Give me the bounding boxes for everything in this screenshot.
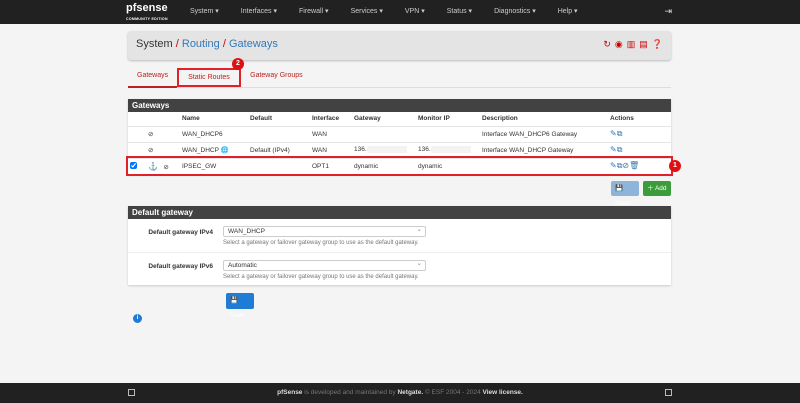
- edit-icon[interactable]: ✎: [610, 161, 617, 170]
- default-gateway-ipv4-select[interactable]: WAN_DHCP: [223, 225, 426, 237]
- footer-brand[interactable]: pfSense: [277, 389, 302, 396]
- tab-bar: Gateways Static Routes Gateway Groups: [128, 66, 671, 88]
- gateway-interface: WAN: [310, 125, 352, 142]
- breadcrumb-routing[interactable]: Routing: [182, 38, 220, 50]
- ipv4-label: Default gateway IPv4: [148, 229, 213, 236]
- enabled-check-icon: ⊘: [146, 125, 180, 142]
- menu-status[interactable]: Status ▾: [447, 7, 472, 15]
- enabled-check-icon: ⊘: [146, 141, 180, 158]
- footer: pfSense is developed and maintained by N…: [0, 383, 800, 403]
- menu-diagnostics[interactable]: Diagnostics ▾: [494, 7, 536, 15]
- gateway-description: [480, 157, 608, 174]
- gateway-monitor-ip: 136.: [418, 146, 431, 154]
- gateways-panel-title: Gateways: [128, 99, 671, 112]
- edit-icon[interactable]: ✎: [610, 129, 617, 138]
- save-gateways-button[interactable]: 💾 Save: [611, 181, 639, 207]
- reload-icon[interactable]: ↻: [603, 39, 611, 50]
- col-description: Description: [482, 115, 518, 123]
- menu-vpn[interactable]: VPN ▾: [405, 7, 425, 15]
- menu-help[interactable]: Help ▾: [558, 7, 578, 15]
- breadcrumb-separator: /: [222, 38, 226, 50]
- save-default-gateway-button[interactable]: 💾 Save: [226, 293, 254, 319]
- menu-interfaces[interactable]: Interfaces ▾: [241, 7, 277, 15]
- gateway-default: [248, 125, 310, 142]
- save-label: Save: [230, 312, 245, 319]
- chart-icon[interactable]: ▥: [627, 39, 636, 50]
- edit-icon[interactable]: ✎: [610, 145, 617, 154]
- enabled-check-icon: ⊘: [163, 163, 169, 171]
- globe-icon: 🌐: [220, 147, 229, 154]
- gateway-name: WAN_DHCP: [182, 147, 219, 154]
- logo-subtitle: COMMUNITY EDITION: [126, 17, 168, 21]
- delete-icon[interactable]: 🗑: [629, 161, 639, 170]
- netgate-link[interactable]: Netgate.: [397, 389, 423, 396]
- gateway-address: dynamic: [352, 157, 416, 174]
- gateway-default: Default (IPv4): [248, 141, 310, 158]
- anchor-icon[interactable]: ⚓: [148, 162, 158, 171]
- tab-static-routes[interactable]: Static Routes: [177, 68, 242, 87]
- ipv6-label: Default gateway IPv6: [148, 263, 213, 270]
- copy-icon[interactable]: ⧉: [617, 145, 623, 154]
- ipv6-help: Select a gateway or failover gateway gro…: [223, 274, 419, 280]
- gateway-monitor-ip: dynamic: [416, 157, 480, 174]
- menu-system[interactable]: System ▾: [190, 7, 219, 15]
- save-icon: 💾: [230, 297, 239, 304]
- default-gateway-ipv6-select[interactable]: Automatic: [223, 259, 426, 271]
- menu-firewall[interactable]: Firewall ▾: [299, 7, 329, 15]
- col-default: Default: [250, 115, 273, 123]
- row-checkbox[interactable]: [130, 161, 137, 169]
- ipv4-help: Select a gateway or failover gateway gro…: [223, 240, 419, 246]
- gateways-panel: Gateways Name Default Interface Gateway …: [126, 99, 673, 176]
- license-link[interactable]: View license.: [483, 389, 523, 396]
- gateway-description: Interface WAN_DHCP Gateway: [480, 141, 608, 158]
- pfsense-logo[interactable]: pfsense COMMUNITY EDITION: [126, 3, 168, 25]
- gateway-address: 136.: [354, 146, 367, 154]
- gateway-default: [248, 157, 310, 174]
- default-gateway-title: Default gateway: [128, 206, 671, 219]
- footer-copyright: © ESF 2004 - 2024: [423, 389, 483, 396]
- add-gateway-button[interactable]: ＋ Add: [643, 181, 671, 196]
- breadcrumb: System / Routing / Gateways ↻ ◉ ▥ ▤ ❓: [128, 31, 671, 60]
- default-gateway-panel: Default gateway Default gateway IPv4 WAN…: [128, 206, 671, 285]
- annotation-badge-1: 1: [669, 160, 681, 172]
- gateway-interface: OPT1: [310, 157, 352, 174]
- gateway-interface: WAN: [310, 141, 352, 158]
- breadcrumb-gateways[interactable]: Gateways: [229, 38, 278, 50]
- gateway-name: WAN_DHCP6: [180, 125, 248, 142]
- save-icon: 💾: [615, 185, 624, 192]
- breadcrumb-system: System: [136, 38, 173, 50]
- list-icon[interactable]: ▤: [639, 39, 648, 50]
- col-monitor-ip: Monitor IP: [418, 115, 450, 123]
- gateways-table: Name Default Interface Gateway Monitor I…: [126, 112, 673, 176]
- tab-gateways[interactable]: Gateways: [128, 66, 178, 88]
- footer-text: is developed and maintained by: [302, 389, 398, 396]
- logo-text: pfsense: [126, 2, 168, 14]
- breadcrumb-separator: /: [175, 38, 179, 50]
- logout-icon[interactable]: ⇥: [664, 6, 672, 17]
- col-gateway: Gateway: [354, 115, 381, 123]
- tab-gateway-groups[interactable]: Gateway Groups: [241, 66, 312, 88]
- table-row-selected: ⚓ ⊘ IPSEC_GW OPT1 dynamic dynamic ✎⧉⊘🗑: [126, 156, 673, 176]
- info-icon[interactable]: i: [133, 314, 142, 323]
- gateway-description: Interface WAN_DHCP6 Gateway: [480, 125, 608, 142]
- col-name: Name: [182, 115, 200, 123]
- navbar: pfsense COMMUNITY EDITION System ▾ Interf…: [0, 0, 800, 24]
- table-row: ⊘ WAN_DHCP 🌐 Default (IPv4) WAN 136. 136…: [128, 141, 671, 158]
- copy-icon[interactable]: ⧉: [617, 129, 623, 138]
- add-label: Add: [654, 185, 667, 192]
- help-icon[interactable]: ❓: [652, 39, 663, 50]
- col-interface: Interface: [312, 115, 340, 123]
- gateway-name: IPSEC_GW: [180, 157, 248, 174]
- scroll-top-icon[interactable]: [128, 389, 135, 396]
- table-row: ⊘ WAN_DHCP6 WAN Interface WAN_DHCP6 Gate…: [128, 125, 671, 142]
- menu-services[interactable]: Services ▾: [351, 7, 383, 15]
- plus-icon: ＋: [647, 185, 654, 192]
- stop-icon[interactable]: ◉: [615, 39, 623, 50]
- col-actions: Actions: [610, 115, 634, 123]
- scroll-top-icon[interactable]: [665, 389, 672, 396]
- annotation-badge-2: 2: [232, 58, 244, 70]
